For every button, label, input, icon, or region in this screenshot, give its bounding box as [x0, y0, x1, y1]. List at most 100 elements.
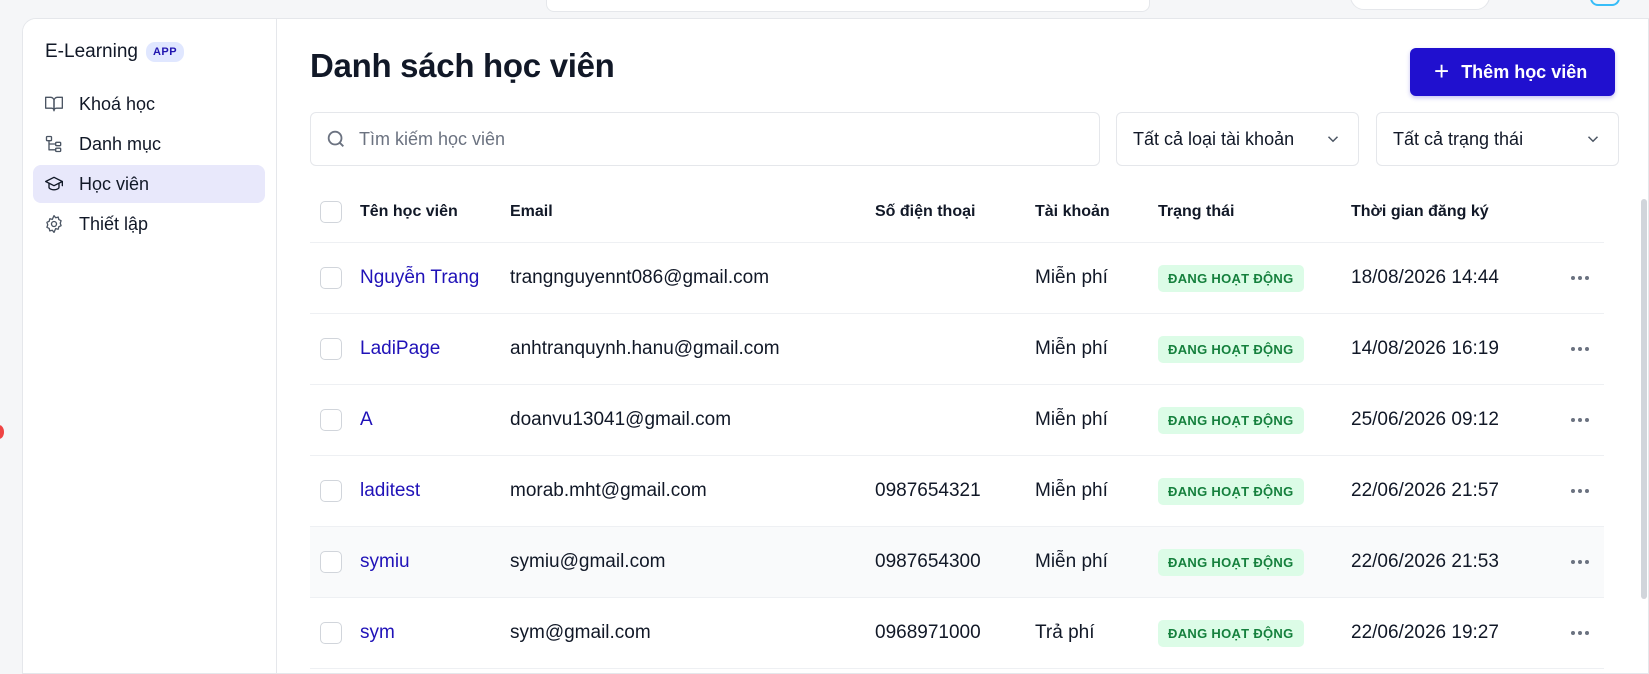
student-name-link[interactable]: LadiPage [360, 338, 440, 359]
student-email: symiu@gmail.com [510, 551, 666, 572]
header-phone[interactable]: Số điện thoại [875, 203, 1035, 221]
row-select-cell [310, 622, 360, 644]
tree-structure-icon [43, 133, 65, 155]
sidebar-item-courses[interactable]: Khoá học [33, 85, 265, 123]
row-select-cell [310, 267, 360, 289]
status-badge: ĐANG HOẠT ĐỘNG [1158, 406, 1304, 434]
student-account: Trả phí [1035, 622, 1095, 643]
student-name-link[interactable]: laditest [360, 480, 420, 501]
add-student-label: Thêm học viên [1461, 61, 1588, 82]
sidebar-item-label: Khoá học [79, 93, 156, 114]
more-options-icon[interactable] [1565, 550, 1595, 574]
account-type-value: Tất cả loại tài khoản [1133, 128, 1295, 149]
student-registered: 25/06/2026 09:12 [1351, 409, 1499, 430]
sidebar-nav: Khoá học Danh mục Học viên Thiết lập [33, 85, 265, 245]
student-account: Miễn phí [1035, 409, 1108, 430]
sidebar-item-settings[interactable]: Thiết lập [33, 205, 265, 243]
table-scrollbar[interactable] [1641, 199, 1647, 599]
top-bar [0, 0, 1649, 18]
top-action-button[interactable] [1350, 0, 1490, 10]
student-name-link[interactable]: Nguyễn Trang [360, 267, 479, 288]
row-select-cell [310, 338, 360, 360]
row-checkbox[interactable] [320, 338, 342, 360]
student-account: Miễn phí [1035, 267, 1108, 288]
plus-icon: + [1434, 56, 1450, 86]
status-badge: ĐANG HOẠT ĐỘNG [1158, 264, 1304, 292]
account-type-select[interactable]: Tất cả loại tài khoản [1116, 112, 1359, 166]
student-email: sym@gmail.com [510, 622, 651, 643]
table-row[interactable]: LadiPage anhtranquynh.hanu@gmail.com Miễ… [310, 314, 1604, 385]
app-window: E-Learning APP Khoá học Danh mục Học viê… [22, 18, 1649, 674]
header-name[interactable]: Tên học viên [360, 203, 510, 221]
sidebar-item-label: Danh mục [79, 133, 162, 154]
book-open-icon [43, 93, 65, 115]
gear-icon [43, 213, 65, 235]
more-options-icon[interactable] [1565, 266, 1595, 290]
status-badge: ĐANG HOẠT ĐỘNG [1158, 477, 1304, 505]
header-email[interactable]: Email [510, 203, 875, 221]
sidebar-item-label: Học viên [79, 173, 150, 194]
brand: E-Learning APP [45, 41, 185, 63]
header-account[interactable]: Tài khoản [1035, 203, 1158, 221]
sidebar-item-students[interactable]: Học viên [33, 165, 265, 203]
student-registered: 22/06/2026 21:57 [1351, 480, 1499, 501]
status-badge: ĐANG HOẠT ĐỘNG [1158, 335, 1304, 363]
student-registered: 18/08/2026 14:44 [1351, 267, 1499, 288]
add-student-button[interactable]: + Thêm học viên [1410, 48, 1615, 96]
notification-dot [0, 425, 4, 439]
table-row[interactable]: symiu symiu@gmail.com 0987654300 Miễn ph… [310, 527, 1604, 598]
sidebar: E-Learning APP Khoá học Danh mục Học viê… [23, 19, 277, 673]
student-name-link[interactable]: A [360, 409, 373, 430]
status-badge: ĐANG HOẠT ĐỘNG [1158, 548, 1304, 576]
table-row[interactable]: A doanvu13041@gmail.com Miễn phí ĐANG HO… [310, 385, 1604, 456]
student-phone: 0968971000 [875, 622, 981, 643]
table-row[interactable]: laditest morab.mht@gmail.com 0987654321 … [310, 456, 1604, 527]
student-email: morab.mht@gmail.com [510, 480, 707, 501]
app-logo-icon [1590, 0, 1620, 6]
student-registered: 22/06/2026 19:27 [1351, 622, 1499, 643]
student-email: trangnguyennt086@gmail.com [510, 267, 770, 288]
main-content: Danh sách học viên + Thêm học viên Tất c… [278, 19, 1648, 673]
search-input[interactable] [359, 128, 1079, 150]
status-select[interactable]: Tất cả trạng thái [1376, 112, 1619, 166]
more-options-icon[interactable] [1565, 621, 1595, 645]
more-options-icon[interactable] [1565, 408, 1595, 432]
select-all-cell [310, 200, 360, 223]
student-account: Miễn phí [1035, 551, 1108, 572]
row-select-cell [310, 480, 360, 502]
more-options-icon[interactable] [1565, 479, 1595, 503]
brand-name: E-Learning [45, 41, 138, 62]
student-registered: 22/06/2026 21:53 [1351, 551, 1499, 572]
student-phone: 0987654300 [875, 551, 981, 572]
student-name-link[interactable]: symiu [360, 551, 410, 572]
student-account: Miễn phí [1035, 480, 1108, 501]
row-checkbox[interactable] [320, 551, 342, 573]
row-select-cell [310, 409, 360, 431]
row-select-cell [310, 551, 360, 573]
graduation-cap-icon [43, 173, 65, 195]
search-box [310, 112, 1100, 166]
status-badge: ĐANG HOẠT ĐỘNG [1158, 619, 1304, 647]
row-checkbox[interactable] [320, 409, 342, 431]
sidebar-item-categories[interactable]: Danh mục [33, 125, 265, 163]
student-phone: 0987654321 [875, 480, 981, 501]
header-registered[interactable]: Thời gian đăng ký [1351, 203, 1556, 221]
student-email: anhtranquynh.hanu@gmail.com [510, 338, 780, 359]
student-email: doanvu13041@gmail.com [510, 409, 732, 430]
row-checkbox[interactable] [320, 622, 342, 644]
sidebar-item-label: Thiết lập [79, 213, 149, 234]
table-row[interactable]: Nguyễn Trang trangnguyennt086@gmail.com … [310, 243, 1604, 314]
global-search-box[interactable] [546, 0, 1150, 12]
chevron-down-icon [1587, 136, 1599, 143]
row-checkbox[interactable] [320, 267, 342, 289]
table-row[interactable]: sym sym@gmail.com 0968971000 Trả phí ĐAN… [310, 598, 1604, 669]
header-status[interactable]: Trạng thái [1158, 203, 1351, 221]
more-options-icon[interactable] [1565, 337, 1595, 361]
shortcut-hint [1097, 0, 1137, 7]
student-registered: 14/08/2026 16:19 [1351, 338, 1499, 359]
select-all-checkbox[interactable] [320, 200, 342, 223]
students-table: Tên học viên Email Số điện thoại Tài kho… [310, 181, 1604, 669]
student-name-link[interactable]: sym [360, 622, 395, 643]
row-checkbox[interactable] [320, 480, 342, 502]
table-header: Tên học viên Email Số điện thoại Tài kho… [310, 181, 1604, 243]
